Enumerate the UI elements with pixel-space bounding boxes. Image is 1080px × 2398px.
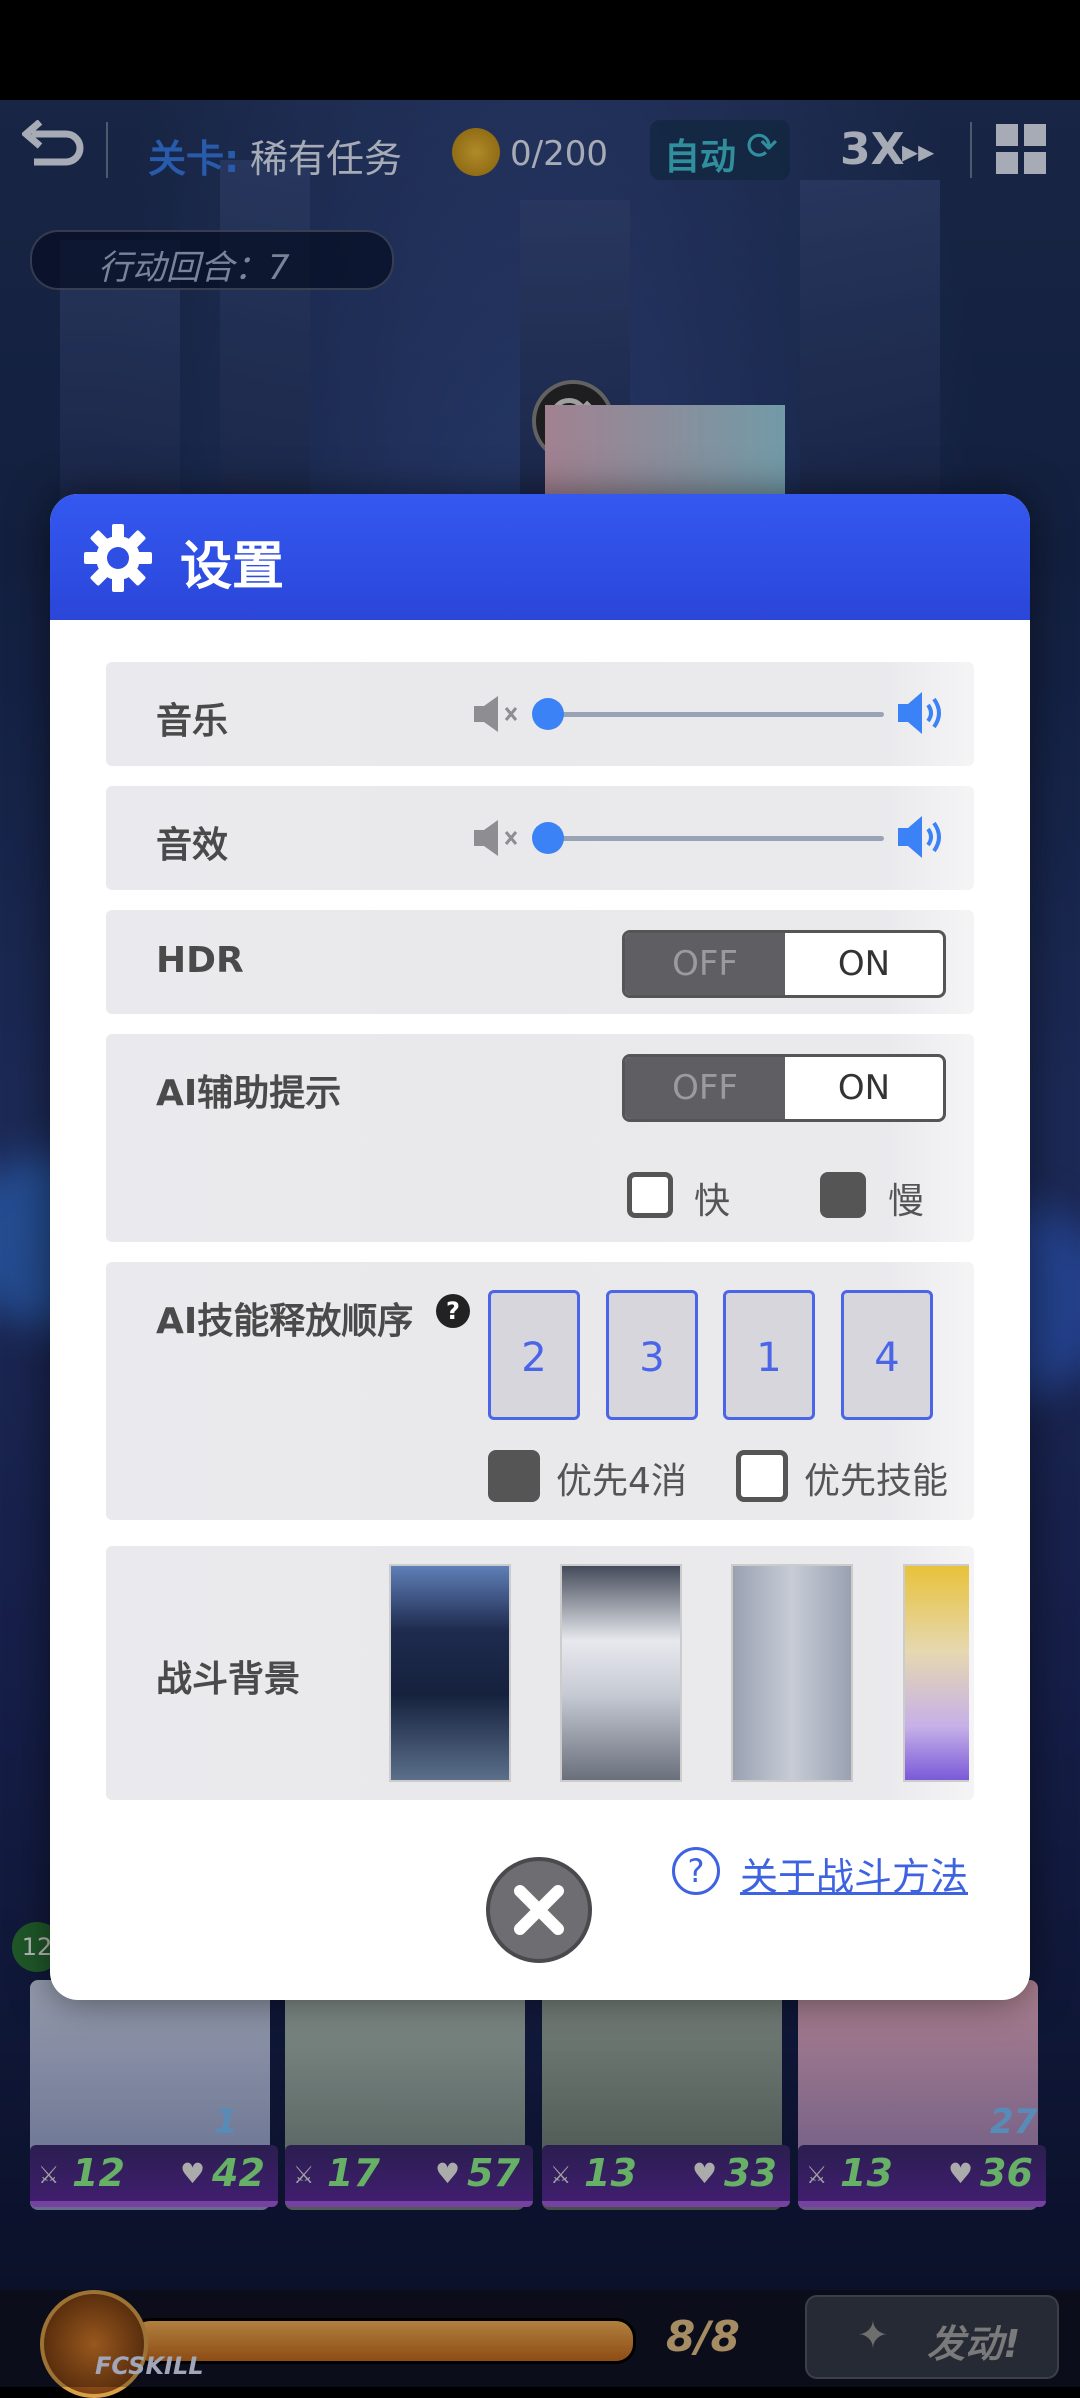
question-icon[interactable]: ? — [672, 1847, 720, 1895]
close-button[interactable] — [486, 1857, 592, 1963]
music-slider-knob[interactable] — [532, 698, 564, 730]
about-battle-link[interactable]: 关于战斗方法 — [740, 1846, 968, 1901]
background-option-blur[interactable] — [731, 1564, 853, 1782]
fast-label: 快 — [694, 1181, 731, 1222]
prefer-4-match-checkbox[interactable] — [488, 1450, 540, 1502]
ai-hint-label: AI辅助提示 — [156, 1073, 342, 1114]
close-icon — [514, 1885, 564, 1935]
skill-order-slot[interactable]: 4 — [841, 1290, 933, 1420]
skill-order-slot[interactable]: 3 — [606, 1290, 698, 1420]
sfx-slider-knob[interactable] — [532, 822, 564, 854]
skill-order-slot[interactable]: 1 — [723, 1290, 815, 1420]
background-option-gold[interactable] — [903, 1564, 969, 1782]
ai-skill-order-label: AI技能释放顺序 — [156, 1301, 414, 1342]
mute-icon[interactable] — [472, 694, 526, 734]
help-icon[interactable]: ? — [436, 1294, 470, 1328]
volume-max-icon[interactable] — [896, 690, 950, 736]
dialog-header: 设置 — [50, 494, 1030, 620]
dialog-title: 设置 — [180, 537, 285, 597]
ai-hint-off-option[interactable]: OFF — [625, 1057, 785, 1119]
volume-max-icon[interactable] — [896, 814, 950, 860]
hdr-off-option[interactable]: OFF — [625, 933, 785, 995]
mute-icon[interactable] — [472, 818, 526, 858]
fast-checkbox[interactable] — [627, 1172, 673, 1218]
gear-icon — [84, 524, 152, 592]
sfx-label: 音效 — [156, 825, 229, 866]
ai-hint-toggle[interactable]: OFF ON — [622, 1054, 946, 1122]
background-option-hall[interactable] — [560, 1564, 682, 1782]
battle-background-label: 战斗背景 — [156, 1659, 301, 1700]
skill-order-slot[interactable]: 2 — [488, 1290, 580, 1420]
slow-checkbox[interactable] — [820, 1172, 866, 1218]
music-label: 音乐 — [156, 701, 229, 742]
hdr-on-option[interactable]: ON — [785, 933, 943, 995]
sfx-slider-track[interactable] — [548, 836, 884, 841]
slow-label: 慢 — [888, 1181, 925, 1222]
prefer-skill-label: 优先技能 — [804, 1461, 949, 1502]
hdr-label: HDR — [156, 940, 244, 981]
music-slider-track[interactable] — [548, 712, 884, 717]
background-option-space[interactable] — [389, 1564, 511, 1782]
prefer-skill-checkbox[interactable] — [736, 1450, 788, 1502]
ai-hint-on-option[interactable]: ON — [785, 1057, 943, 1119]
hdr-toggle[interactable]: OFF ON — [622, 930, 946, 998]
prefer-4-match-label: 优先4消 — [556, 1461, 687, 1502]
